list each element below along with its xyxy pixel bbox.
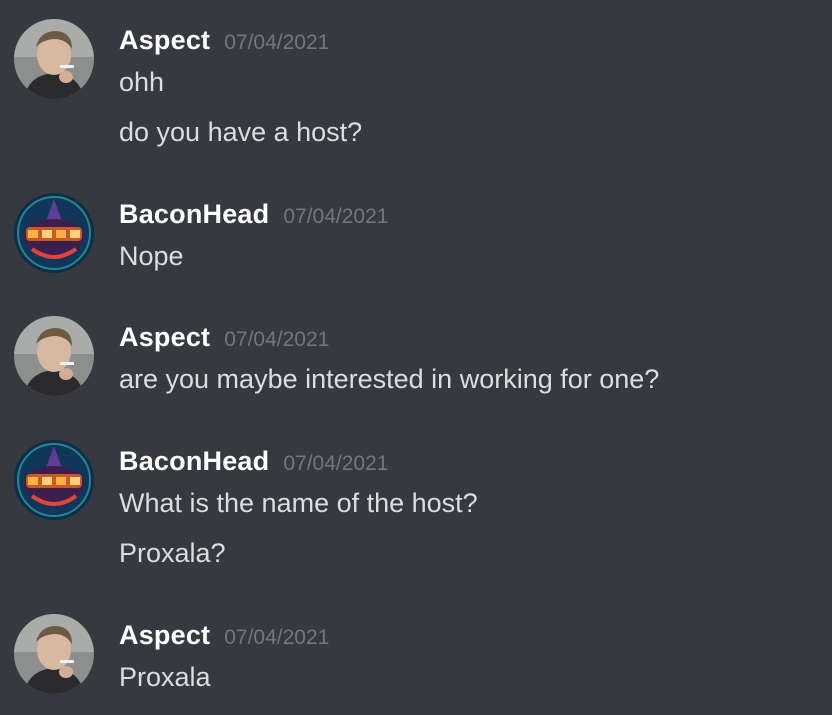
avatar[interactable] [14, 614, 94, 694]
chat-message-list: Aspect 07/04/2021 ohh do you have a host?… [0, 0, 832, 715]
avatar[interactable] [14, 440, 94, 520]
timestamp: 07/04/2021 [224, 328, 330, 351]
message-text: What is the name of the host? [119, 488, 478, 518]
message-header: BaconHead 07/04/2021 [119, 197, 388, 236]
username[interactable]: BaconHead [119, 199, 269, 229]
avatar[interactable] [14, 19, 94, 99]
aspect-avatar-icon [14, 19, 94, 99]
aspect-avatar-icon [14, 614, 94, 694]
message-text: Nope [119, 241, 184, 271]
message-text: do you have a host? [119, 117, 363, 147]
message-text: Proxala? [119, 538, 226, 568]
timestamp: 07/04/2021 [224, 626, 330, 649]
message-header: Aspect 07/04/2021 [119, 23, 329, 62]
message-header: Aspect 07/04/2021 [119, 320, 329, 359]
message-header: BaconHead 07/04/2021 [119, 444, 388, 483]
timestamp: 07/04/2021 [283, 205, 389, 228]
baconhead-avatar-icon [14, 193, 94, 273]
username[interactable]: Aspect [119, 620, 210, 650]
avatar[interactable] [14, 316, 94, 396]
timestamp: 07/04/2021 [283, 452, 389, 475]
baconhead-avatar-icon [14, 440, 94, 520]
aspect-avatar-icon [14, 316, 94, 396]
username[interactable]: BaconHead [119, 446, 269, 476]
message-header: Aspect 07/04/2021 [119, 618, 329, 657]
message-text: are you maybe interested in working for … [119, 364, 660, 394]
message-text: ohh [119, 67, 165, 97]
timestamp: 07/04/2021 [224, 31, 330, 54]
avatar[interactable] [14, 193, 94, 273]
username[interactable]: Aspect [119, 322, 210, 352]
username[interactable]: Aspect [119, 25, 210, 55]
message-text: Proxala [119, 662, 211, 692]
